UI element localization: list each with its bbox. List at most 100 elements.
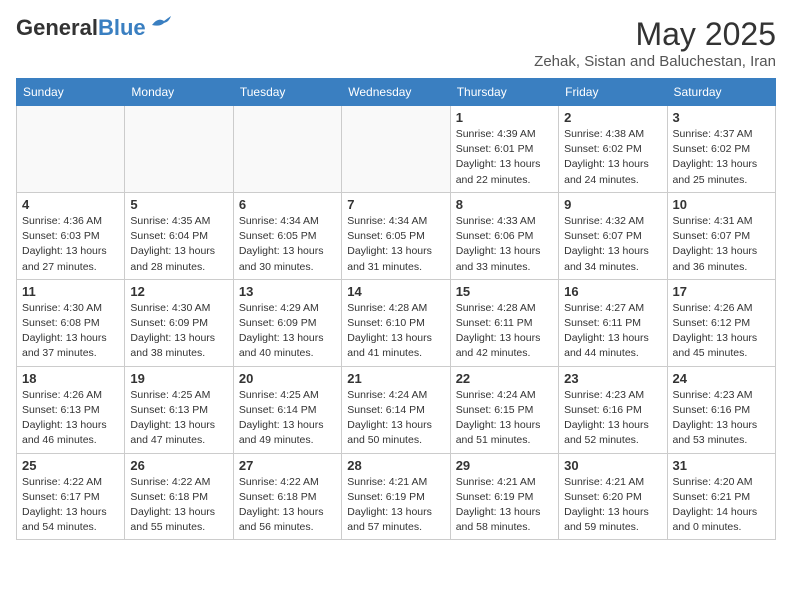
day-number: 2: [564, 110, 661, 125]
calendar-col-header: Wednesday: [342, 79, 450, 106]
calendar-day-cell: 5Sunrise: 4:35 AM Sunset: 6:04 PM Daylig…: [125, 192, 233, 279]
calendar-col-header: Friday: [559, 79, 667, 106]
calendar-day-cell: 2Sunrise: 4:38 AM Sunset: 6:02 PM Daylig…: [559, 106, 667, 193]
calendar-day-cell: 21Sunrise: 4:24 AM Sunset: 6:14 PM Dayli…: [342, 366, 450, 453]
calendar-day-cell: 29 Sunrise: 4:21 AM Sunset: 6:19 PM Dayli…: [450, 453, 558, 540]
calendar-week-row: 4 Sunrise: 4:36 AM Sunset: 6:03 PM Daylig…: [17, 192, 776, 279]
day-number: 3: [673, 110, 770, 125]
day-info: Sunrise: 4:32 AM Sunset: 6:07 PM Dayligh…: [564, 214, 661, 275]
calendar-day-cell: 10 Sunrise: 4:31 AM Sunset: 6:07 PM Dayli…: [667, 192, 775, 279]
calendar-day-cell: 13 Sunrise: 4:29 AM Sunset: 6:09 PM Dayli…: [233, 279, 341, 366]
calendar-day-cell: 28Sunrise: 4:21 AM Sunset: 6:19 PM Dayli…: [342, 453, 450, 540]
calendar-week-row: 18 Sunrise: 4:26 AM Sunset: 6:13 PM Dayli…: [17, 366, 776, 453]
calendar-day-cell: 20 Sunrise: 4:25 AM Sunset: 6:14 PM Dayli…: [233, 366, 341, 453]
calendar-col-header: Saturday: [667, 79, 775, 106]
day-info: Sunrise: 4:29 AM Sunset: 6:09 PM Dayligh…: [239, 301, 336, 362]
day-info: Sunrise: 4:25 AM Sunset: 6:14 PM Dayligh…: [239, 388, 336, 449]
day-number: 10: [673, 197, 770, 212]
calendar-day-cell: 15 Sunrise: 4:28 AM Sunset: 6:11 PM Dayli…: [450, 279, 558, 366]
day-info: Sunrise: 4:23 AM Sunset: 6:16 PM Dayligh…: [673, 388, 770, 449]
day-number: 12: [130, 284, 227, 299]
calendar-header-row: SundayMondayTuesdayWednesdayThursdayFrid…: [17, 79, 776, 106]
day-info: Sunrise: 4:21 AM Sunset: 6:19 PM Dayligh…: [456, 475, 553, 536]
day-number: 4: [22, 197, 119, 212]
day-number: 8: [456, 197, 553, 212]
day-info: Sunrise: 4:28 AM Sunset: 6:10 PM Dayligh…: [347, 301, 444, 362]
day-number: 20: [239, 371, 336, 386]
day-info: Sunrise: 4:34 AM Sunset: 6:05 PM Dayligh…: [239, 214, 336, 275]
day-number: 1: [456, 110, 553, 125]
day-number: 29: [456, 458, 553, 473]
calendar-day-cell: 22Sunrise: 4:24 AM Sunset: 6:15 PM Dayli…: [450, 366, 558, 453]
calendar-day-cell: [233, 106, 341, 193]
calendar-table: SundayMondayTuesdayWednesdayThursdayFrid…: [16, 78, 776, 540]
calendar-week-row: 11 Sunrise: 4:30 AM Sunset: 6:08 PM Dayli…: [17, 279, 776, 366]
day-info: Sunrise: 4:31 AM Sunset: 6:07 PM Dayligh…: [673, 214, 770, 275]
calendar-day-cell: 7 Sunrise: 4:34 AM Sunset: 6:05 PM Daylig…: [342, 192, 450, 279]
calendar-day-cell: 26Sunrise: 4:22 AM Sunset: 6:18 PM Dayli…: [125, 453, 233, 540]
day-info: Sunrise: 4:20 AM Sunset: 6:21 PM Dayligh…: [673, 475, 770, 536]
day-info: Sunrise: 4:22 AM Sunset: 6:18 PM Dayligh…: [239, 475, 336, 536]
calendar-day-cell: 17Sunrise: 4:26 AM Sunset: 6:12 PM Dayli…: [667, 279, 775, 366]
day-info: Sunrise: 4:34 AM Sunset: 6:05 PM Dayligh…: [347, 214, 444, 275]
day-info: Sunrise: 4:36 AM Sunset: 6:03 PM Dayligh…: [22, 214, 119, 275]
calendar-day-cell: [125, 106, 233, 193]
calendar-day-cell: 24 Sunrise: 4:23 AM Sunset: 6:16 PM Dayli…: [667, 366, 775, 453]
calendar-col-header: Sunday: [17, 79, 125, 106]
calendar-day-cell: 3 Sunrise: 4:37 AM Sunset: 6:02 PM Daylig…: [667, 106, 775, 193]
page-header: GeneralBlue May 2025 Zehak, Sistan and B…: [16, 16, 776, 70]
day-number: 7: [347, 197, 444, 212]
calendar-week-row: 1Sunrise: 4:39 AM Sunset: 6:01 PM Daylig…: [17, 106, 776, 193]
day-number: 11: [22, 284, 119, 299]
day-number: 15: [456, 284, 553, 299]
day-number: 14: [347, 284, 444, 299]
month-title: May 2025: [534, 16, 776, 53]
day-info: Sunrise: 4:37 AM Sunset: 6:02 PM Dayligh…: [673, 127, 770, 188]
day-info: Sunrise: 4:25 AM Sunset: 6:13 PM Dayligh…: [130, 388, 227, 449]
calendar-day-cell: 8 Sunrise: 4:33 AM Sunset: 6:06 PM Daylig…: [450, 192, 558, 279]
day-number: 19: [130, 371, 227, 386]
calendar-day-cell: 12 Sunrise: 4:30 AM Sunset: 6:09 PM Dayli…: [125, 279, 233, 366]
calendar-day-cell: 4 Sunrise: 4:36 AM Sunset: 6:03 PM Daylig…: [17, 192, 125, 279]
calendar-day-cell: 31 Sunrise: 4:20 AM Sunset: 6:21 PM Dayli…: [667, 453, 775, 540]
day-number: 18: [22, 371, 119, 386]
day-number: 24: [673, 371, 770, 386]
day-number: 23: [564, 371, 661, 386]
calendar-day-cell: 19 Sunrise: 4:25 AM Sunset: 6:13 PM Dayli…: [125, 366, 233, 453]
calendar-day-cell: 14 Sunrise: 4:28 AM Sunset: 6:10 PM Dayli…: [342, 279, 450, 366]
day-info: Sunrise: 4:30 AM Sunset: 6:08 PM Dayligh…: [22, 301, 119, 362]
title-block: May 2025 Zehak, Sistan and Baluchestan, …: [534, 16, 776, 70]
day-number: 13: [239, 284, 336, 299]
day-number: 6: [239, 197, 336, 212]
calendar-day-cell: [342, 106, 450, 193]
calendar-day-cell: 16Sunrise: 4:27 AM Sunset: 6:11 PM Dayli…: [559, 279, 667, 366]
calendar-day-cell: 6 Sunrise: 4:34 AM Sunset: 6:05 PM Daylig…: [233, 192, 341, 279]
logo-text: GeneralBlue: [16, 16, 146, 40]
day-info: Sunrise: 4:35 AM Sunset: 6:04 PM Dayligh…: [130, 214, 227, 275]
day-info: Sunrise: 4:30 AM Sunset: 6:09 PM Dayligh…: [130, 301, 227, 362]
calendar-day-cell: 30Sunrise: 4:21 AM Sunset: 6:20 PM Dayli…: [559, 453, 667, 540]
calendar-day-cell: 9Sunrise: 4:32 AM Sunset: 6:07 PM Daylig…: [559, 192, 667, 279]
calendar-col-header: Monday: [125, 79, 233, 106]
calendar-col-header: Tuesday: [233, 79, 341, 106]
day-number: 28: [347, 458, 444, 473]
logo: GeneralBlue: [16, 16, 172, 40]
day-info: Sunrise: 4:27 AM Sunset: 6:11 PM Dayligh…: [564, 301, 661, 362]
calendar-day-cell: 1Sunrise: 4:39 AM Sunset: 6:01 PM Daylig…: [450, 106, 558, 193]
calendar-day-cell: 25 Sunrise: 4:22 AM Sunset: 6:17 PM Dayli…: [17, 453, 125, 540]
calendar-day-cell: 27Sunrise: 4:22 AM Sunset: 6:18 PM Dayli…: [233, 453, 341, 540]
day-number: 25: [22, 458, 119, 473]
calendar-week-row: 25 Sunrise: 4:22 AM Sunset: 6:17 PM Dayli…: [17, 453, 776, 540]
location: Zehak, Sistan and Baluchestan, Iran: [534, 53, 776, 70]
day-info: Sunrise: 4:33 AM Sunset: 6:06 PM Dayligh…: [456, 214, 553, 275]
day-info: Sunrise: 4:22 AM Sunset: 6:17 PM Dayligh…: [22, 475, 119, 536]
day-number: 30: [564, 458, 661, 473]
day-number: 21: [347, 371, 444, 386]
calendar-day-cell: [17, 106, 125, 193]
calendar-day-cell: 23Sunrise: 4:23 AM Sunset: 6:16 PM Dayli…: [559, 366, 667, 453]
day-info: Sunrise: 4:28 AM Sunset: 6:11 PM Dayligh…: [456, 301, 553, 362]
day-info: Sunrise: 4:26 AM Sunset: 6:13 PM Dayligh…: [22, 388, 119, 449]
day-number: 31: [673, 458, 770, 473]
day-info: Sunrise: 4:26 AM Sunset: 6:12 PM Dayligh…: [673, 301, 770, 362]
logo-bird-icon: [150, 15, 172, 33]
